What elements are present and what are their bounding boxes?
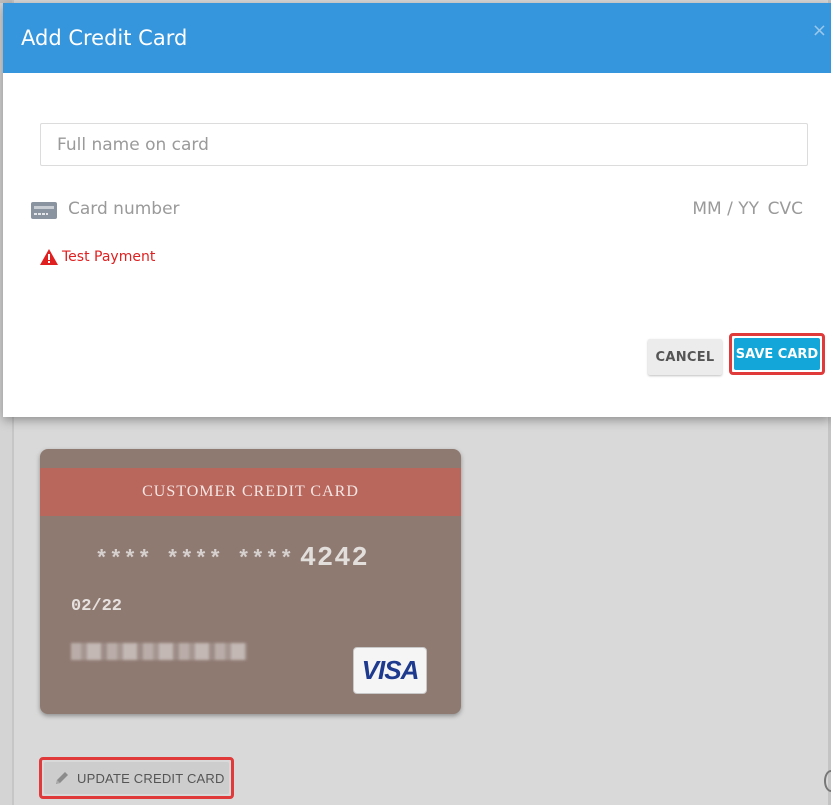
card-masked-digits: **** **** ****	[95, 547, 294, 572]
update-credit-card-label: UPDATE CREDIT CARD	[77, 770, 225, 786]
card-last4: 4242	[299, 544, 369, 574]
help-widget-edge[interactable]	[824, 770, 831, 792]
card-number-masked: **** **** **** 4242	[95, 544, 415, 574]
cancel-button[interactable]: CANCEL	[648, 339, 722, 375]
modal-title: Add Credit Card	[21, 26, 188, 50]
modal-header: Add Credit Card ×	[3, 3, 831, 73]
card-header: CUSTOMER CREDIT CARD	[40, 468, 461, 516]
card-holder-name-redacted	[71, 643, 247, 660]
test-payment-notice: Test Payment	[40, 249, 155, 265]
visa-logo: VISA	[353, 647, 427, 694]
update-credit-card-button[interactable]: UPDATE CREDIT CARD	[44, 762, 229, 794]
visa-brand-text: VISA	[361, 655, 420, 685]
credit-card-icon	[31, 202, 57, 219]
customer-credit-card: CUSTOMER CREDIT CARD **** **** **** 4242 …	[40, 449, 461, 714]
warning-triangle-icon	[40, 249, 58, 265]
test-payment-label: Test Payment	[62, 249, 156, 265]
card-details-field[interactable]: Card number MM / YY CVC	[31, 199, 803, 229]
close-icon[interactable]: ×	[812, 20, 827, 41]
card-expiry: 02/22	[71, 597, 123, 616]
save-card-button[interactable]: SAVE CARD	[734, 338, 820, 370]
card-number-field[interactable]: Card number	[68, 199, 180, 219]
pencil-icon	[56, 772, 68, 784]
full-name-input[interactable]	[40, 123, 808, 166]
add-credit-card-modal: Add Credit Card × Card number MM / YY CV…	[3, 3, 831, 417]
expiry-field[interactable]: MM / YY	[692, 199, 759, 219]
cvc-field[interactable]: CVC	[768, 199, 803, 219]
